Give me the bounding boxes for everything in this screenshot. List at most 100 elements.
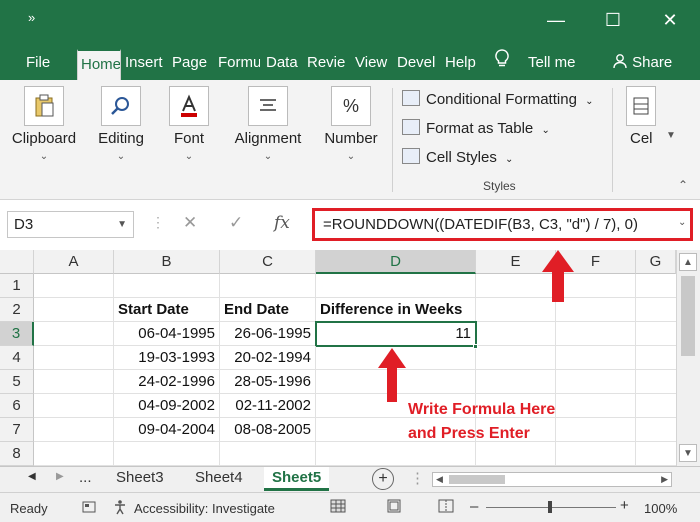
next-sheet-icon[interactable]: ▶ [56,471,64,482]
annotation-text: Write Formula Here and Press Enter [408,398,555,446]
format-as-table-button[interactable]: Format as Table ⌄ [402,119,550,137]
accessibility-icon[interactable] [112,499,128,518]
row-header-1[interactable]: 1 [0,274,34,298]
page-layout-view-icon[interactable] [386,499,402,516]
cell-b2[interactable]: Start Date [114,298,220,322]
page-break-view-icon[interactable] [438,499,454,516]
column-header-d[interactable]: D [316,250,476,274]
share-button[interactable]: Share [612,49,672,80]
scroll-thumb[interactable] [681,276,695,356]
formula-input[interactable]: =ROUNDDOWN((DATEDIF(B3, C3, "d") / 7), 0… [312,208,693,241]
title-bar: » — ☐ ✕ [0,0,700,40]
sheet-tab-sheet5[interactable]: Sheet5 [264,467,330,491]
zoom-level[interactable]: 100% [644,501,677,516]
row-header-8[interactable]: 8 [0,442,34,466]
grid-line [635,274,636,466]
row-header-7[interactable]: 7 [0,418,34,442]
name-box-dropdown-icon[interactable]: ▼ [117,212,127,237]
tab-split-grip-icon[interactable]: ⋮ [410,469,425,487]
cell-b6[interactable]: 04-09-2002 [114,394,220,418]
expand-formula-bar-icon[interactable]: ⌄ [678,217,686,228]
horizontal-scrollbar[interactable]: ◀ ▶ [432,472,672,487]
lightbulb-icon[interactable] [494,49,510,80]
cell-b3[interactable]: 06-04-1995 [114,322,220,346]
ribbon-scroll-down-icon[interactable]: ▼ [666,130,676,141]
tell-me-search[interactable]: Tell me [528,49,576,80]
horizontal-scroll-thumb[interactable] [449,475,505,484]
number-group[interactable]: % Number ⌄ [320,86,382,162]
clipboard-label: Clipboard [11,130,77,147]
cell-c6[interactable]: 02-11-2002 [220,394,316,418]
row-header-5[interactable]: 5 [0,370,34,394]
tab-home[interactable]: Home [77,49,121,80]
more-sheets-button[interactable]: ... [79,469,92,486]
scroll-down-icon[interactable]: ▼ [679,444,697,462]
minimize-button[interactable]: — [536,6,576,34]
align-icon [248,86,288,126]
select-all-corner[interactable] [0,250,34,274]
cancel-icon[interactable]: ✕ [183,213,197,233]
sheet-tab-sheet4[interactable]: Sheet4 [187,467,251,491]
scroll-right-icon[interactable]: ▶ [661,474,668,485]
editing-group[interactable]: Editing ⌄ [94,86,148,162]
tab-data[interactable]: Data [266,49,300,80]
accessibility-status[interactable]: Accessibility: Investigate [134,501,275,516]
row-header-4[interactable]: 4 [0,346,34,370]
zoom-in-icon[interactable]: + [620,497,629,514]
cells-group[interactable]: Cel [624,86,660,147]
cell-c2[interactable]: End Date [220,298,316,322]
column-header-b[interactable]: B [114,250,220,274]
search-icon [101,86,141,126]
cell-c4[interactable]: 20-02-1994 [220,346,316,370]
macro-record-icon[interactable] [82,500,96,517]
zoom-slider-thumb[interactable] [548,501,552,513]
cell-d3-active[interactable]: 11 [315,321,477,347]
column-header-g[interactable]: G [636,250,676,274]
prev-sheet-icon[interactable]: ◀ [28,471,36,482]
tab-help[interactable]: Help [445,49,481,80]
scroll-left-icon[interactable]: ◀ [436,474,443,485]
row-header-6[interactable]: 6 [0,394,34,418]
cell-b4[interactable]: 19-03-1993 [114,346,220,370]
cell-b7[interactable]: 09-04-2004 [114,418,220,442]
cell-c5[interactable]: 28-05-1996 [220,370,316,394]
column-header-c[interactable]: C [220,250,316,274]
tab-formulas[interactable]: Formu [218,49,260,80]
enter-icon[interactable]: ✓ [229,213,243,233]
normal-view-icon[interactable] [330,499,346,516]
quick-access-icon[interactable]: » [28,10,35,25]
row-header-2[interactable]: 2 [0,298,34,322]
clipboard-icon [24,86,64,126]
ribbon-tabs: File Home Insert Page L Formu Data Revie… [0,40,700,80]
fill-handle[interactable] [473,344,478,349]
scroll-up-icon[interactable]: ▲ [679,253,697,271]
maximize-button[interactable]: ☐ [593,6,633,34]
column-header-a[interactable]: A [34,250,114,274]
tab-insert[interactable]: Insert [125,49,167,80]
clipboard-group[interactable]: Clipboard ⌄ [8,86,80,162]
tab-view[interactable]: View [355,49,391,80]
font-group[interactable]: Font ⌄ [166,86,212,162]
zoom-out-icon[interactable]: – [470,498,478,515]
insert-function-icon[interactable]: fx [274,213,290,233]
cell-styles-button[interactable]: Cell Styles ⌄ [402,148,513,166]
close-button[interactable]: ✕ [650,6,690,34]
add-sheet-icon[interactable]: + [372,468,394,490]
tab-page-layout[interactable]: Page L [172,49,212,80]
name-box[interactable]: D3 ▼ [7,211,134,238]
row-header-3[interactable]: 3 [0,322,34,346]
font-caret-icon: ⌄ [184,151,194,162]
cell-d2[interactable]: Difference in Weeks [316,298,476,322]
cell-c3[interactable]: 26-06-1995 [220,322,316,346]
alignment-group[interactable]: Alignment ⌄ [230,86,306,162]
cell-c7[interactable]: 08-08-2005 [220,418,316,442]
collapse-ribbon-icon[interactable]: ⌃ [678,178,688,192]
cell-b5[interactable]: 24-02-1996 [114,370,220,394]
tab-developer[interactable]: Devel [397,49,437,80]
conditional-formatting-button[interactable]: Conditional Formatting ⌄ [402,90,593,108]
tab-review[interactable]: Revie [307,49,347,80]
tab-file[interactable]: File [26,49,50,80]
sheet-tab-sheet3[interactable]: Sheet3 [108,467,172,491]
editing-label: Editing [98,130,144,147]
vertical-scrollbar[interactable]: ▲ ▼ [676,250,700,466]
